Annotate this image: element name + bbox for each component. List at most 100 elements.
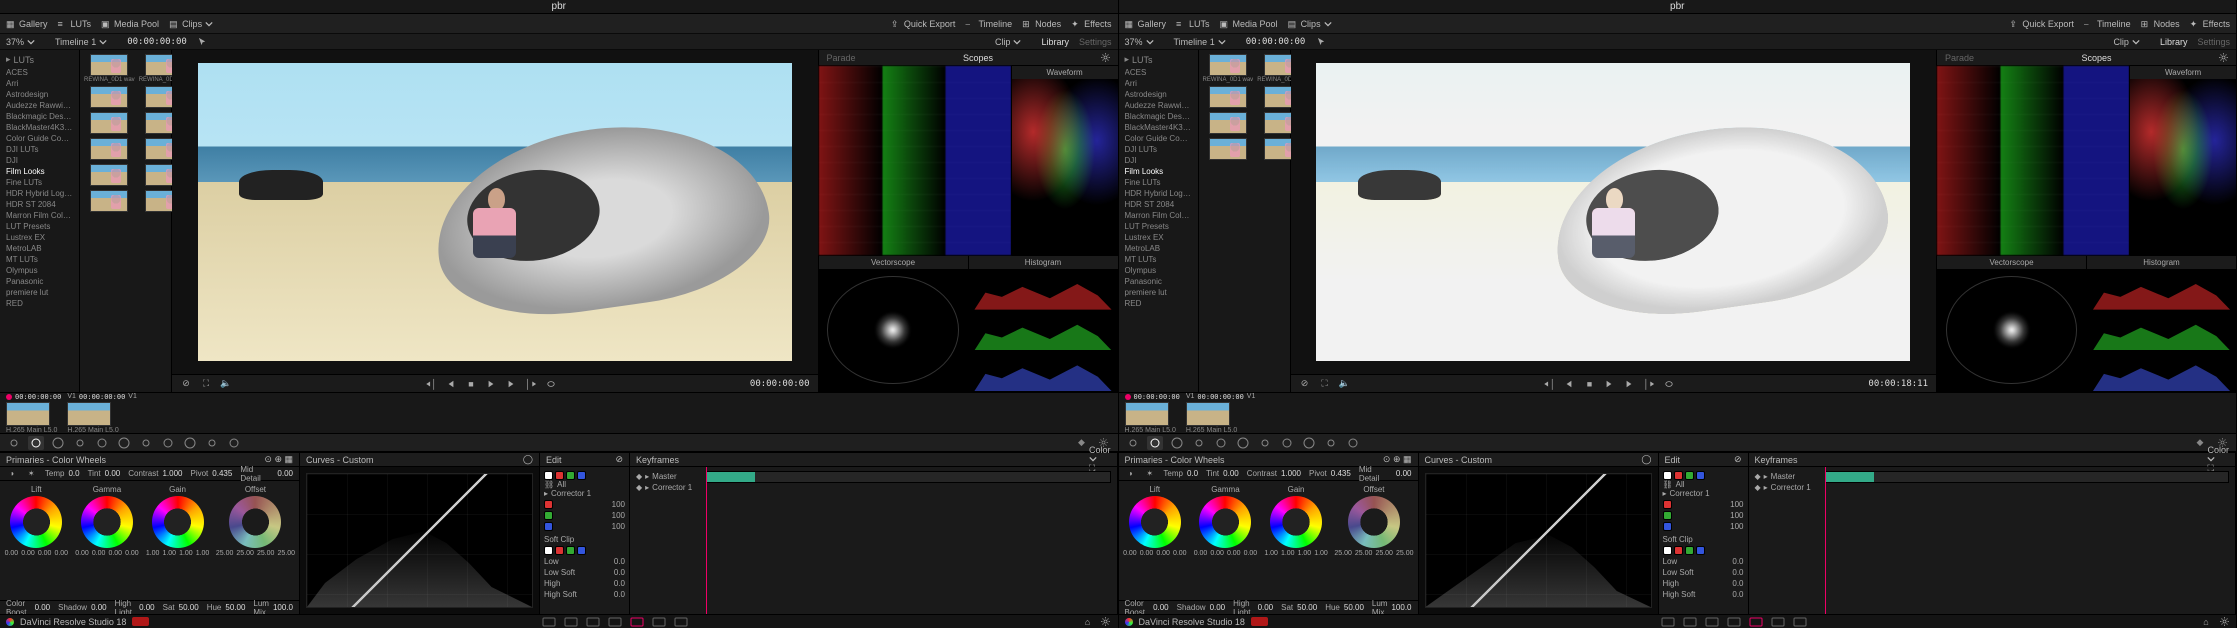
clip-mode-dropdown[interactable]: Clip xyxy=(2113,37,2140,47)
page-media-button[interactable] xyxy=(541,617,557,627)
gamma-color-wheel[interactable] xyxy=(81,496,133,548)
page-color-button[interactable] xyxy=(1748,617,1764,627)
first-frame-button[interactable]: │ xyxy=(425,378,437,390)
scopes-tab-scopes[interactable]: Scopes xyxy=(963,53,993,63)
lift-color-wheel[interactable] xyxy=(10,496,62,548)
stereo-palette-button[interactable] xyxy=(226,436,242,450)
sidebar-item[interactable]: Panasonic xyxy=(1125,276,1192,287)
3d-palette-button[interactable] xyxy=(1323,436,1339,450)
sidebar-item[interactable]: Marron Film Color Grades xyxy=(1125,210,1192,221)
target-palette-button[interactable] xyxy=(6,436,22,450)
edit-r-swatch[interactable] xyxy=(555,471,564,480)
nodes-toggle[interactable]: ⊞Nodes xyxy=(2141,19,2180,29)
next-frame-button[interactable] xyxy=(505,378,517,390)
sidebar-item[interactable]: Astrodesign xyxy=(1125,89,1192,100)
sc-b-swatch[interactable] xyxy=(577,546,586,555)
loop-button[interactable] xyxy=(1663,378,1675,390)
curves-mode-icons[interactable]: ◯ xyxy=(1641,454,1651,465)
library-tab[interactable]: Library xyxy=(1041,37,1069,47)
lift-values[interactable]: 0.000.000.000.00 xyxy=(1123,550,1187,557)
gain-values[interactable]: 1.001.001.001.00 xyxy=(146,550,210,557)
sidebar-item[interactable]: DJI LUTs xyxy=(1125,144,1192,155)
edit-b-swatch[interactable] xyxy=(1696,471,1705,480)
sidebar-item[interactable]: MT LUTs xyxy=(6,254,73,265)
page-color-button[interactable] xyxy=(629,617,645,627)
lut-thumbnail[interactable] xyxy=(84,138,135,161)
sidebar-item[interactable]: HDR Hybrid Log Gamma xyxy=(6,188,73,199)
media-pool-toggle[interactable]: ▣Media Pool xyxy=(101,19,159,29)
playhead[interactable] xyxy=(1825,467,2230,614)
stop-button[interactable]: ■ xyxy=(465,378,477,390)
quick-export-button[interactable]: ⇪Quick Export xyxy=(2009,19,2074,29)
lift-color-wheel[interactable] xyxy=(1129,496,1181,548)
sidebar-item[interactable]: Lustrex EX xyxy=(6,232,73,243)
sizing-palette-button[interactable] xyxy=(182,436,198,450)
sc-g-swatch[interactable] xyxy=(1685,546,1694,555)
project-settings-button[interactable] xyxy=(1100,616,1112,628)
gamma-color-wheel[interactable] xyxy=(1199,496,1251,548)
gain-values[interactable]: 1.001.001.001.00 xyxy=(1264,550,1328,557)
clips-toggle[interactable]: ▤Clips xyxy=(169,19,213,29)
sidebar-item[interactable]: HDR ST 2084 xyxy=(1125,199,1192,210)
play-button[interactable] xyxy=(1603,378,1615,390)
sidebar-item[interactable]: Color Guide Control Looks xyxy=(1125,133,1192,144)
sidebar-item[interactable]: RED xyxy=(6,298,73,309)
sidebar-item[interactable]: RED xyxy=(1125,298,1192,309)
sidebar-item[interactable]: Audezze Rawwire LUTs xyxy=(6,100,73,111)
sc-g-swatch[interactable] xyxy=(566,546,575,555)
playhead[interactable] xyxy=(706,467,1111,614)
edit-y-swatch[interactable] xyxy=(1663,471,1672,480)
settings-tab[interactable]: Settings xyxy=(1079,37,1112,47)
wheels-palette-button[interactable] xyxy=(1147,436,1163,450)
sidebar-item[interactable]: Arri xyxy=(1125,78,1192,89)
zoom-dropdown[interactable]: 37% xyxy=(6,37,35,47)
wheels-palette-button[interactable] xyxy=(28,436,44,450)
page-fairlight-button[interactable] xyxy=(651,617,667,627)
viewer-canvas[interactable] xyxy=(172,50,818,374)
sidebar-item[interactable]: Astrodesign xyxy=(6,89,73,100)
wheels-mode-icon[interactable]: ⊙ ⊕ ▦ xyxy=(1383,454,1412,465)
curves-palette-button[interactable] xyxy=(1169,436,1185,450)
lut-thumbnail[interactable] xyxy=(1203,112,1254,135)
sidebar-item[interactable]: LUT Presets xyxy=(1125,221,1192,232)
page-deliver-button[interactable] xyxy=(673,617,689,627)
sidebar-item[interactable]: Arri xyxy=(6,78,73,89)
sidebar-item[interactable]: Panasonic xyxy=(6,276,73,287)
nodes-toggle[interactable]: ⊞Nodes xyxy=(1022,19,1061,29)
scopes-tab-parade[interactable]: Parade xyxy=(827,53,856,63)
qualifier-palette-button[interactable] xyxy=(1191,436,1207,450)
sidebar-item[interactable]: MetroLAB xyxy=(1125,243,1192,254)
timeline-toggle[interactable]: ⎯Timeline xyxy=(965,19,1012,29)
clip-mode-dropdown[interactable]: Clip xyxy=(995,37,1022,47)
gamma-values[interactable]: 0.000.000.000.00 xyxy=(75,550,139,557)
sc-r-swatch[interactable] xyxy=(555,546,564,555)
sidebar-item[interactable]: DJI LUTs xyxy=(6,144,73,155)
page-cut-button[interactable] xyxy=(1682,617,1698,627)
keyframe-mode-button[interactable]: ◆ xyxy=(1074,436,1090,450)
target-palette-button[interactable] xyxy=(1125,436,1141,450)
viewer-canvas[interactable] xyxy=(1291,50,1937,374)
timeline-name[interactable]: Timeline 1 xyxy=(1174,37,1226,47)
effects-toggle[interactable]: ✦Effects xyxy=(1071,19,1111,29)
curves-editor[interactable] xyxy=(300,467,539,614)
sidebar-item[interactable]: Film Looks xyxy=(1125,166,1192,177)
luts-toggle[interactable]: ≡LUTs xyxy=(58,19,92,29)
page-cut-button[interactable] xyxy=(563,617,579,627)
edit-r-swatch[interactable] xyxy=(1674,471,1683,480)
page-fusion-button[interactable] xyxy=(607,617,623,627)
sidebar-item[interactable]: Blackmagic Design xyxy=(1125,111,1192,122)
gallery-toggle[interactable]: ▦Gallery xyxy=(1125,19,1167,29)
histogram[interactable] xyxy=(969,269,1118,391)
sidebar-item[interactable]: Fine LUTs xyxy=(1125,177,1192,188)
sc-y-swatch[interactable] xyxy=(1663,546,1672,555)
sidebar-item[interactable]: BlackMaster4K32 LUTs xyxy=(1125,122,1192,133)
sidebar-item[interactable]: premiere lut xyxy=(1125,287,1192,298)
gallery-toggle[interactable]: ▦Gallery xyxy=(6,19,48,29)
lut-thumbnail[interactable] xyxy=(1203,86,1254,109)
vectorscope[interactable] xyxy=(1937,269,2086,391)
pointer-tool[interactable] xyxy=(1315,36,1327,48)
expand-button[interactable]: ⛶ xyxy=(1319,378,1331,390)
sc-r-swatch[interactable] xyxy=(1674,546,1683,555)
lut-thumbnail[interactable] xyxy=(84,190,135,213)
histogram[interactable] xyxy=(2087,269,2236,391)
